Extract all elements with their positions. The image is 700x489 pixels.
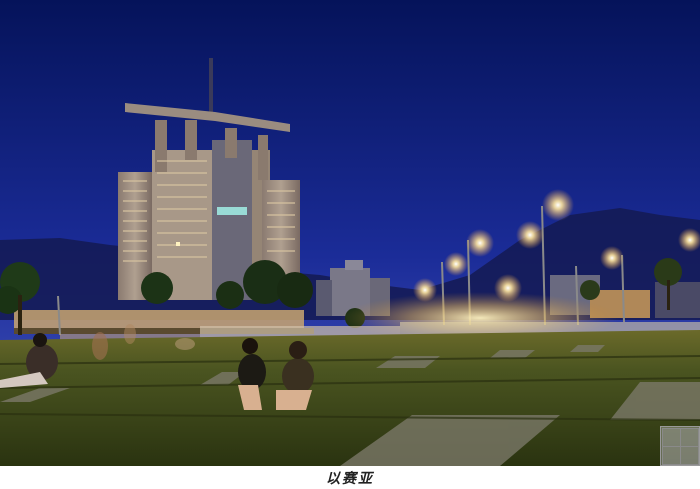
night-plaza-photo <box>0 0 700 466</box>
tower-antenna <box>209 58 213 118</box>
photo-scene <box>0 0 700 466</box>
caption-bar: 以赛亚 <box>0 466 700 489</box>
copyright-seal <box>660 426 700 466</box>
photo-frame: 以赛亚 <box>0 0 700 489</box>
photographer-caption: 以赛亚 <box>326 471 374 487</box>
